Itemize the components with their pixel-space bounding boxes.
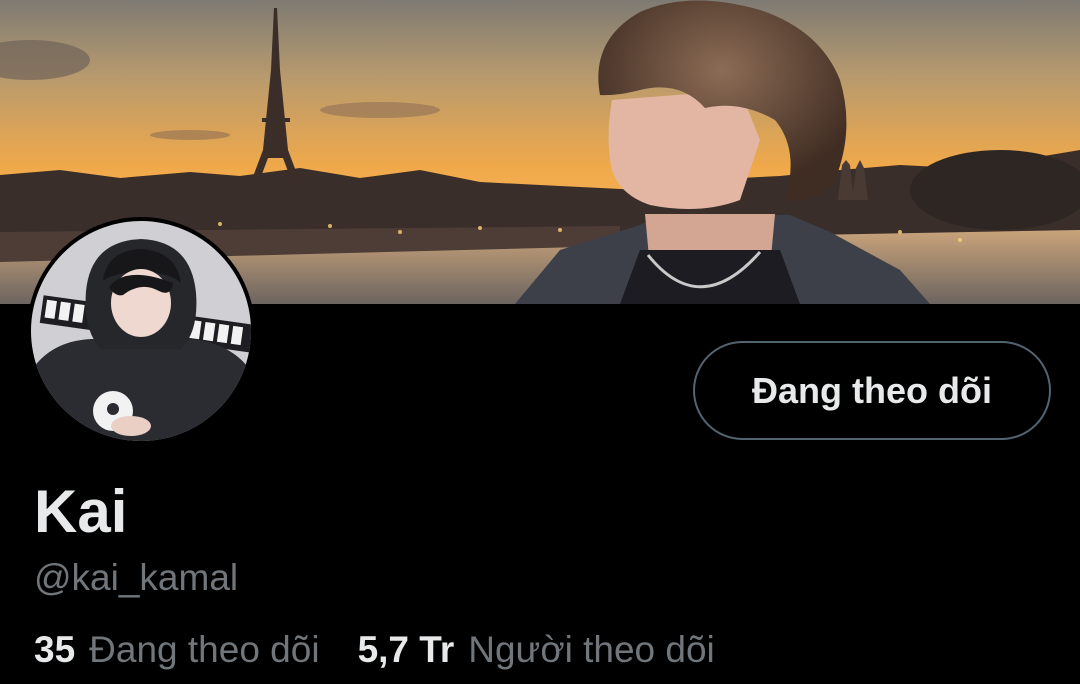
display-name: Kai bbox=[34, 478, 128, 545]
profile-stats: 35 Đang theo dõi 5,7 Tr Người theo dõi bbox=[34, 627, 715, 673]
followers-stat-link[interactable]: 5,7 Tr Người theo dõi bbox=[358, 627, 715, 673]
following-stat-link[interactable]: 35 Đang theo dõi bbox=[34, 627, 320, 673]
username-handle: @kai_kamal bbox=[34, 557, 239, 598]
followers-count: 5,7 Tr bbox=[357, 629, 455, 670]
followers-label: Người theo dõi bbox=[468, 629, 715, 670]
following-button[interactable]: Đang theo dõi bbox=[693, 341, 1051, 440]
following-label: Đang theo dõi bbox=[89, 629, 320, 670]
following-count: 35 bbox=[34, 629, 76, 670]
profile-page: Đang theo dõi Kai @kai_kamal 35 Đang the… bbox=[0, 0, 1080, 684]
avatar[interactable] bbox=[27, 217, 255, 445]
avatar-photo bbox=[31, 221, 251, 441]
